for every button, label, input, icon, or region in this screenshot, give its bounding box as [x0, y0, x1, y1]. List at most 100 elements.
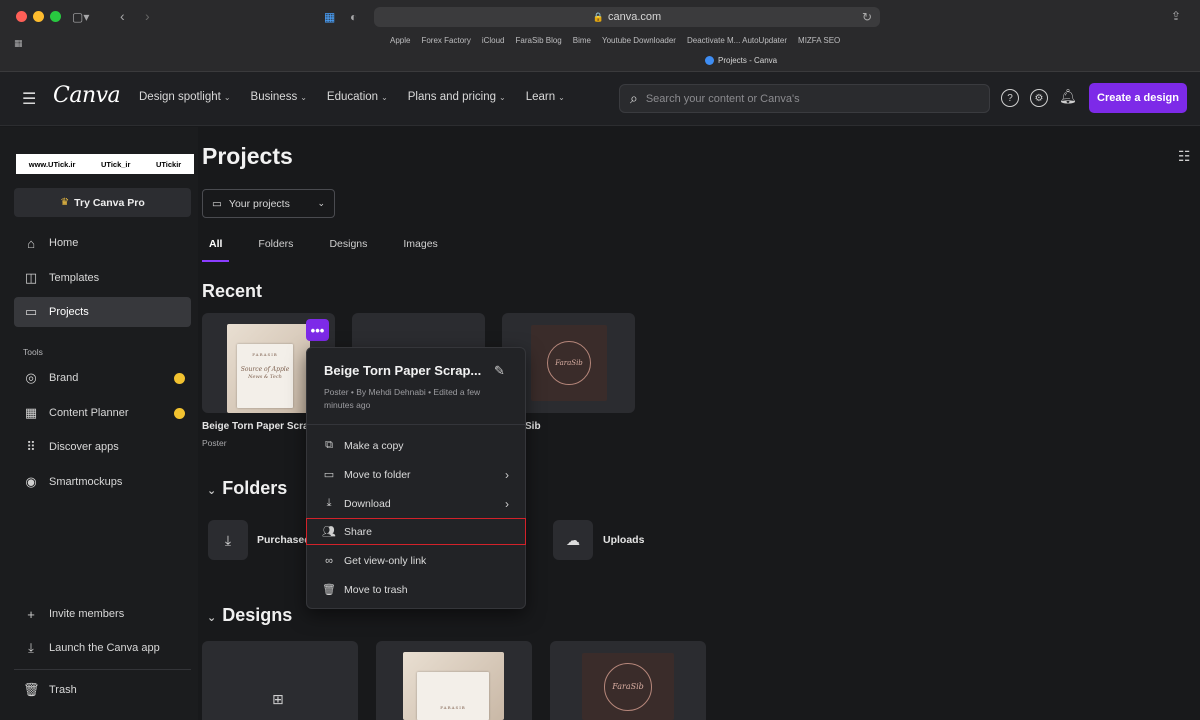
menu-item-view-only-link[interactable]: ∞ Get view-only link — [307, 547, 525, 574]
folder-uploads[interactable]: Uploads — [603, 534, 644, 546]
menu-item-make-copy[interactable]: ⧉ Make a copy — [307, 432, 525, 459]
sidebar-item-invite-members[interactable]: + Invite members — [14, 599, 191, 629]
bookmark-item[interactable]: MIZFA SEO — [798, 36, 840, 45]
sidebar-item-launch-app[interactable]: ⤓ Launch the Canva app — [14, 633, 191, 663]
card-title[interactable]: Beige Torn Paper Scra — [202, 421, 309, 432]
nav-business[interactable]: Business ⌄ — [251, 91, 307, 103]
bookmarks-grid-icon[interactable]: ▦ — [14, 36, 23, 50]
canva-logo[interactable]: Canva — [53, 83, 121, 108]
sidebar-item-home[interactable]: ⌂ Home — [14, 228, 191, 258]
sidebar-item-label: Invite members — [49, 608, 125, 620]
chevron-down-icon[interactable]: ⌄ — [207, 612, 216, 624]
card-title[interactable]: Sib — [525, 421, 541, 432]
sidebar-item-label: Projects — [49, 306, 89, 318]
calendar-icon: ▦ — [24, 405, 38, 420]
extension-icon[interactable]: ▦ — [324, 10, 335, 24]
nav-learn[interactable]: Learn ⌄ — [526, 91, 565, 103]
home-icon: ⌂ — [27, 235, 35, 251]
search-input[interactable] — [645, 92, 966, 105]
sidebar-item-brand[interactable]: ◎ Brand — [14, 363, 191, 393]
poster-brand-text: FARASIB — [252, 352, 278, 357]
bookmarks-bar: Apple Forex Factory iCloud FaraSib Blog … — [390, 36, 840, 45]
tab-all[interactable]: All — [202, 238, 230, 262]
list-view-icon[interactable]: ☷ — [1178, 148, 1191, 165]
download-icon[interactable]: ⤓ — [208, 520, 248, 560]
notifications-bell-icon[interactable]: 🔔︎ — [1059, 88, 1077, 105]
menu-design-meta: Poster • By Mehdi Dehnabi • Edited a few… — [324, 387, 481, 410]
design-card[interactable]: FARASIB — [376, 641, 532, 720]
close-window-button[interactable] — [16, 11, 27, 22]
design-card[interactable]: ⊞ — [202, 641, 358, 720]
more-options-button[interactable]: ••• — [306, 319, 329, 341]
sidebar-item-label: Smartmockups — [49, 476, 123, 488]
poster-subline: News & Tech — [248, 374, 282, 380]
settings-gear-icon[interactable]: ⚙ — [1030, 89, 1048, 107]
paper-sheet: FARASIB Source of Apple News & Tech — [237, 344, 293, 408]
edit-pencil-icon[interactable]: ✎ — [494, 363, 505, 379]
sidebar-item-templates[interactable]: ◫ Templates — [14, 263, 191, 293]
chevron-down-icon[interactable]: ⌄ — [207, 485, 216, 497]
address-bar[interactable]: 🔒 canva.com ↻ — [374, 7, 880, 27]
watermark-text: UTickir — [155, 159, 182, 169]
design-context-menu: Beige Torn Paper Scrap... ✎ Poster • By … — [306, 347, 526, 609]
menu-item-move-to-folder[interactable]: ▭ Move to folder › — [307, 461, 525, 488]
tab-title: Projects - Canva — [718, 56, 778, 65]
bookmark-item[interactable]: Deactivate M... AutoUpdater — [687, 36, 787, 45]
search-bar[interactable]: ⌕ — [619, 84, 990, 113]
bookmark-item[interactable]: FaraSib Blog — [516, 36, 562, 45]
reload-icon[interactable]: ↻ — [862, 10, 872, 24]
hamburger-menu-icon[interactable]: ☰ — [22, 89, 36, 109]
bookmark-item[interactable]: iCloud — [482, 36, 505, 45]
tools-heading: Tools — [23, 347, 43, 357]
sidebar-item-trash[interactable]: 🗑︎ Trash — [14, 675, 191, 705]
sidebar-item-label: Home — [49, 237, 79, 249]
sidebar-divider — [14, 669, 191, 670]
smartmockups-icon: ◉ — [25, 474, 37, 489]
sidebar-item-smartmockups[interactable]: ◉ Smartmockups — [14, 467, 191, 497]
nav-plans-pricing[interactable]: Plans and pricing ⌄ — [408, 91, 506, 103]
forward-icon[interactable]: › — [145, 9, 150, 23]
designs-heading: ⌄ Designs — [207, 605, 292, 626]
nav-label: Learn — [525, 91, 556, 103]
bookmark-item[interactable]: Forex Factory — [421, 36, 470, 45]
back-icon[interactable]: ‹ — [120, 9, 125, 23]
menu-item-label: Get view-only link — [344, 554, 427, 567]
nav-label: Plans and pricing — [407, 91, 496, 103]
chevron-down-icon: ⌄ — [300, 92, 307, 102]
chevron-down-icon: ⌄ — [223, 92, 231, 102]
menu-item-label: Move to trash — [344, 583, 408, 596]
tab-folders[interactable]: Folders — [251, 238, 300, 262]
chevron-down-icon: ⌄ — [317, 198, 325, 208]
cloud-upload-icon[interactable]: ☁ — [553, 520, 593, 560]
sidebar-item-discover-apps[interactable]: ⠿ Discover apps — [14, 432, 191, 462]
privacy-icon[interactable]: ◐ — [350, 10, 357, 24]
sidebar-item-content-planner[interactable]: ▦ Content Planner — [14, 398, 191, 428]
browser-tab[interactable]: Projects - Canva — [705, 56, 777, 65]
design-card[interactable]: FaraSib — [550, 641, 706, 720]
minimize-window-button[interactable] — [33, 11, 44, 22]
nav-label: Design spotlight — [139, 91, 221, 103]
pro-badge — [174, 372, 185, 384]
folder-purchased[interactable]: Purchased — [257, 534, 311, 546]
tab-images[interactable]: Images — [396, 238, 444, 262]
bookmark-item[interactable]: Youtube Downloader — [602, 36, 676, 45]
sidebar-toggle-icon[interactable]: ▢▾ — [72, 10, 89, 24]
menu-item-move-to-trash[interactable]: 🗑︎ Move to trash — [307, 576, 525, 603]
menu-item-download[interactable]: ⤓ Download › — [307, 490, 525, 517]
bookmark-item[interactable]: Apple — [390, 36, 410, 45]
menu-item-share[interactable]: 👥︎ Share — [306, 518, 526, 545]
nav-education[interactable]: Education ⌄ — [327, 91, 388, 103]
nav-design-spotlight[interactable]: Design spotlight ⌄ — [139, 91, 231, 103]
bookmark-item[interactable]: Bime — [573, 36, 591, 45]
help-icon[interactable]: ? — [1001, 89, 1019, 107]
create-design-button[interactable]: Create a design — [1089, 83, 1187, 113]
poster-brand-text: FARASIB — [440, 705, 466, 710]
sidebar-item-projects[interactable]: ▭ Projects — [14, 297, 191, 327]
copy-icon: ⧉ — [325, 439, 333, 451]
tab-designs[interactable]: Designs — [322, 238, 374, 262]
maximize-window-button[interactable] — [50, 11, 61, 22]
share-icon[interactable]: ⇪ — [1171, 9, 1181, 23]
pro-badge — [174, 407, 185, 419]
your-projects-dropdown[interactable]: ▭ Your projects ⌄ — [202, 189, 335, 218]
try-canva-pro-button[interactable]: ♛ Try Canva Pro — [14, 188, 191, 217]
